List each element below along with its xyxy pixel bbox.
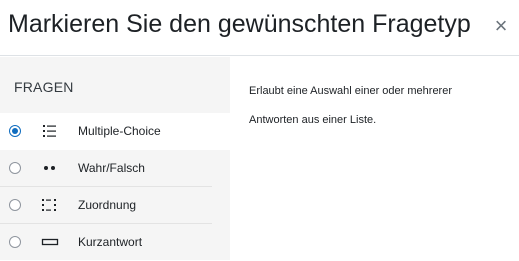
radio-matching[interactable] [9, 199, 21, 211]
option-label: Kurzantwort [78, 235, 143, 249]
short-answer-box-icon [41, 238, 59, 246]
radio-true-false[interactable] [9, 162, 21, 174]
section-label: FRAGEN [14, 79, 74, 95]
list-bullets-icon [43, 125, 56, 137]
question-type-list: Multiple-Choice Wahr/Falsch Zuordnung Ku… [0, 113, 230, 261]
close-icon[interactable]: × [491, 14, 511, 38]
radio-multiple-choice[interactable] [9, 125, 21, 137]
option-multiple-choice[interactable]: Multiple-Choice [0, 113, 230, 150]
question-type-sidebar: FRAGEN Multiple-Choice Wahr/Falsch Zuord… [0, 57, 230, 260]
option-label: Zuordnung [78, 198, 137, 212]
option-short-answer[interactable]: Kurzantwort [0, 224, 230, 261]
dialog-title: Markieren Sie den gewünschten Fragetyp [8, 10, 471, 38]
option-true-false[interactable]: Wahr/Falsch [0, 150, 230, 187]
dialog-header: Markieren Sie den gewünschten Fragetyp × [0, 0, 519, 56]
radio-short-answer[interactable] [9, 236, 21, 248]
option-matching[interactable]: Zuordnung [0, 187, 230, 224]
question-type-description: Erlaubt eine Auswahl einer oder mehrerer… [249, 85, 453, 126]
matching-grid-icon [42, 199, 56, 211]
two-dots-icon [44, 166, 55, 170]
option-label: Multiple-Choice [78, 124, 161, 138]
option-label: Wahr/Falsch [78, 161, 145, 175]
